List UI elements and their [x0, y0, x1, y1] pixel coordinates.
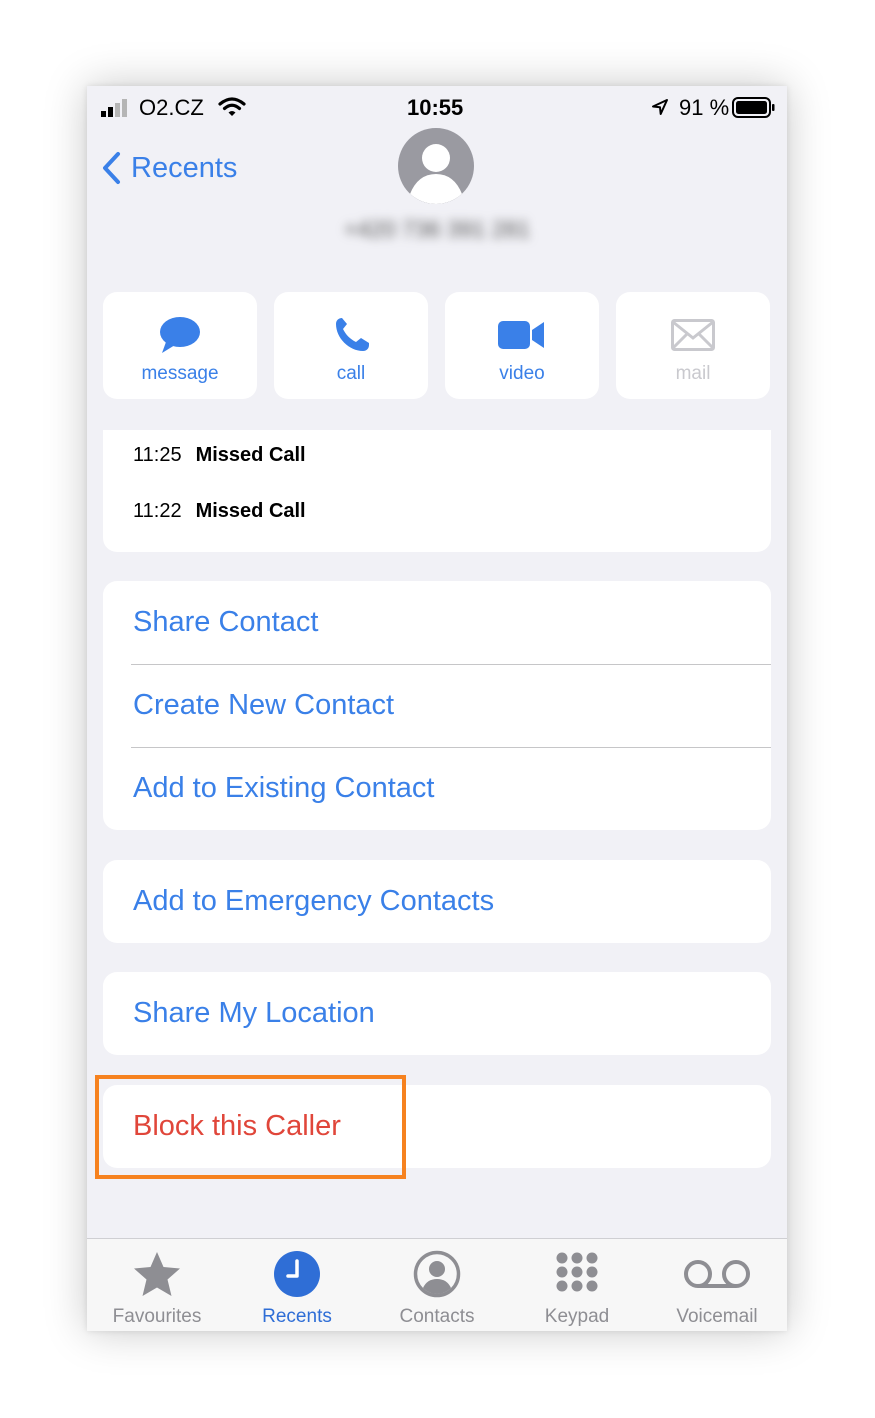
phone-screen: O2.CZ 10:55 91 % Recents +420 736 391 28…: [87, 86, 787, 1331]
signal-icon: [101, 99, 127, 117]
battery-percentage: 91 %: [679, 95, 730, 120]
tab-contacts[interactable]: Contacts: [367, 1239, 507, 1331]
phone-number: +420 736 391 281: [343, 216, 531, 242]
video-camera-icon: [498, 321, 544, 349]
person-circle-icon: [413, 1250, 461, 1298]
envelope-icon: [671, 319, 715, 351]
person-silhouette-icon: [410, 144, 462, 204]
mail-button[interactable]: mail: [616, 292, 770, 399]
call-history-item: 11:25 Missed Call: [133, 444, 306, 467]
battery-icon: [732, 97, 775, 118]
clock-time: 10:55: [407, 95, 464, 120]
phone-icon: [336, 318, 369, 351]
location-arrow-icon: [652, 99, 668, 115]
call-type: Missed Call: [195, 444, 306, 466]
back-label: Recents: [131, 151, 238, 184]
tab-voicemail[interactable]: Voicemail: [647, 1239, 787, 1331]
share-location-card: Share My Location: [103, 972, 771, 1055]
message-label: message: [141, 363, 219, 384]
divider: [131, 747, 771, 748]
divider: [131, 664, 771, 665]
tab-label: Recents: [262, 1306, 332, 1327]
tab-label: Contacts: [399, 1306, 475, 1327]
status-bar: O2.CZ 10:55 91 %: [87, 86, 787, 130]
back-button[interactable]: Recents: [101, 148, 237, 188]
call-button[interactable]: call: [274, 292, 428, 399]
call-type: Missed Call: [195, 500, 306, 522]
voicemail-icon: [684, 1260, 750, 1288]
keypad-icon: [556, 1252, 598, 1292]
add-to-existing-contact-button[interactable]: Add to Existing Contact: [133, 772, 434, 805]
call-time: 11:25: [133, 444, 182, 466]
call-time: 11:22: [133, 500, 182, 522]
create-new-contact-button[interactable]: Create New Contact: [133, 689, 394, 722]
tab-label: Keypad: [544, 1306, 610, 1327]
share-my-location-button[interactable]: Share My Location: [133, 997, 375, 1030]
mail-label: mail: [675, 363, 711, 384]
video-label: video: [499, 363, 545, 384]
tab-label: Favourites: [112, 1306, 202, 1327]
highlight-box: [95, 1075, 406, 1179]
tab-label: Voicemail: [676, 1306, 758, 1327]
share-contact-button[interactable]: Share Contact: [133, 606, 318, 639]
clock-icon: [274, 1251, 320, 1297]
star-icon: [134, 1252, 180, 1296]
contact-avatar: [398, 128, 474, 204]
tab-bar: Favourites Recents Contacts Keypad Voice…: [87, 1238, 787, 1331]
call-history-card: 11:25 Missed Call 11:22 Missed Call: [103, 430, 771, 552]
contact-options-card: Share Contact Create New Contact Add to …: [103, 581, 771, 830]
call-label: call: [336, 363, 366, 384]
message-bubble-icon: [160, 317, 200, 353]
add-to-emergency-contacts-button[interactable]: Add to Emergency Contacts: [133, 885, 494, 918]
tab-recents[interactable]: Recents: [227, 1239, 367, 1331]
video-button[interactable]: video: [445, 292, 599, 399]
tab-keypad[interactable]: Keypad: [507, 1239, 647, 1331]
carrier-name: O2.CZ: [139, 95, 204, 120]
wifi-icon: [218, 97, 246, 116]
emergency-card: Add to Emergency Contacts: [103, 860, 771, 943]
call-history-item: 11:22 Missed Call: [133, 500, 306, 523]
chevron-left-icon: [103, 152, 120, 184]
tab-favourites[interactable]: Favourites: [87, 1239, 227, 1331]
message-button[interactable]: message: [103, 292, 257, 399]
